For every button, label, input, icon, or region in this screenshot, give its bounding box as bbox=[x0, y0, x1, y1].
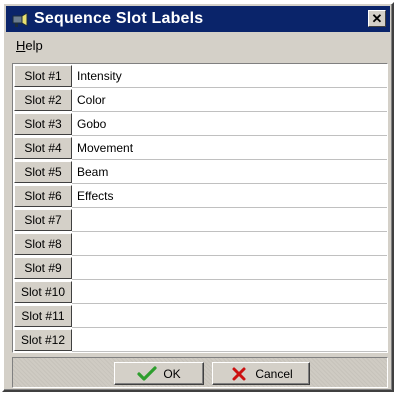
cross-icon bbox=[229, 365, 249, 383]
table-row: Slot #10 bbox=[13, 280, 387, 304]
slot-label-4[interactable]: Movement bbox=[72, 136, 387, 160]
slot-label-9[interactable] bbox=[72, 256, 387, 280]
table-row: Slot #2 Color bbox=[13, 88, 387, 112]
slot-header-10[interactable]: Slot #10 bbox=[14, 281, 72, 303]
table-row: Slot #3 Gobo bbox=[13, 112, 387, 136]
slot-header-9[interactable]: Slot #9 bbox=[14, 257, 72, 279]
table-row: Slot #1 Intensity bbox=[13, 64, 387, 88]
ok-button[interactable]: OK bbox=[114, 362, 204, 385]
window-title: Sequence Slot Labels bbox=[34, 10, 204, 27]
ok-label: OK bbox=[163, 366, 181, 381]
slot-label-grid: Slot #1 Intensity Slot #2 Color Slot #3 … bbox=[12, 63, 388, 353]
close-button[interactable]: ✕ bbox=[368, 10, 386, 27]
slot-label-11[interactable] bbox=[72, 304, 387, 328]
slot-label-3[interactable]: Gobo bbox=[72, 112, 387, 136]
slot-header-6[interactable]: Slot #6 bbox=[14, 185, 72, 207]
button-panel: OK Cancel bbox=[12, 357, 388, 388]
slot-label-7[interactable] bbox=[72, 208, 387, 232]
slot-label-10[interactable] bbox=[72, 280, 387, 304]
slot-header-4[interactable]: Slot #4 bbox=[14, 137, 72, 159]
menu-bar: Help bbox=[6, 34, 390, 56]
table-row: Slot #6 Effects bbox=[13, 184, 387, 208]
cancel-label: Cancel bbox=[255, 366, 293, 381]
slot-header-3[interactable]: Slot #3 bbox=[14, 113, 72, 135]
spotlight-icon bbox=[10, 9, 30, 29]
slot-header-1[interactable]: Slot #1 bbox=[14, 65, 72, 87]
slot-label-12[interactable] bbox=[72, 328, 387, 352]
checkmark-icon bbox=[137, 365, 157, 383]
table-row: Slot #5 Beam bbox=[13, 160, 387, 184]
table-row: Slot #11 bbox=[13, 304, 387, 328]
close-icon: ✕ bbox=[371, 11, 383, 26]
table-row: Slot #12 bbox=[13, 328, 387, 352]
slot-label-2[interactable]: Color bbox=[72, 88, 387, 112]
slot-label-6[interactable]: Effects bbox=[72, 184, 387, 208]
table-row: Slot #8 bbox=[13, 232, 387, 256]
slot-label-5[interactable]: Beam bbox=[72, 160, 387, 184]
table-row: Slot #9 bbox=[13, 256, 387, 280]
slot-header-11[interactable]: Slot #11 bbox=[14, 305, 72, 327]
slot-label-8[interactable] bbox=[72, 232, 387, 256]
table-row: Slot #4 Movement bbox=[13, 136, 387, 160]
menu-help[interactable]: Help bbox=[6, 38, 53, 53]
slot-header-12[interactable]: Slot #12 bbox=[14, 329, 72, 351]
slot-header-7[interactable]: Slot #7 bbox=[14, 209, 72, 231]
slot-label-1[interactable]: Intensity bbox=[72, 64, 387, 88]
title-bar[interactable]: Sequence Slot Labels ✕ bbox=[6, 6, 390, 32]
table-row: Slot #7 bbox=[13, 208, 387, 232]
slot-header-5[interactable]: Slot #5 bbox=[14, 161, 72, 183]
cancel-button[interactable]: Cancel bbox=[212, 362, 310, 385]
slot-header-2[interactable]: Slot #2 bbox=[14, 89, 72, 111]
slot-header-8[interactable]: Slot #8 bbox=[14, 233, 72, 255]
dialog-window: Sequence Slot Labels ✕ Help Slot #1 Inte… bbox=[2, 2, 394, 392]
